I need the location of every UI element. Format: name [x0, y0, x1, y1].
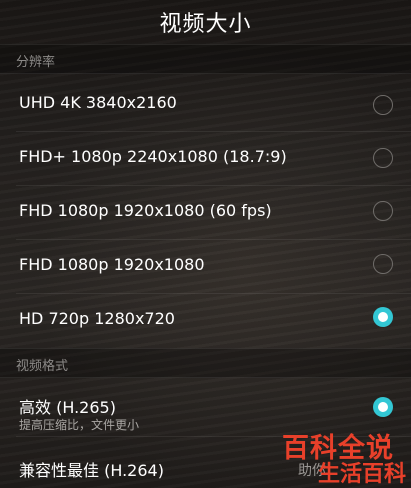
page-title: 视频大小 [0, 0, 411, 44]
section-label-format: 视频格式 [16, 359, 69, 374]
resolution-option-fhd-60fps[interactable]: FHD 1080p 1920x1080 (60 fps) [0, 186, 411, 239]
radio-unselected-icon[interactable] [373, 95, 393, 115]
radio-unselected-icon[interactable] [373, 254, 393, 274]
resolution-option-fhd-plus[interactable]: FHD+ 1080p 2240x1080 (18.7:9) [0, 132, 411, 185]
section-label-resolution: 分辨率 [16, 55, 56, 70]
option-label: FHD+ 1080p 2240x1080 (18.7:9) [19, 147, 287, 166]
page-title-text: 视频大小 [159, 12, 252, 37]
resolution-option-fhd[interactable]: FHD 1080p 1920x1080 [0, 240, 411, 293]
option-label: UHD 4K 3840x2160 [19, 93, 177, 112]
radio-unselected-icon[interactable] [373, 148, 393, 168]
radio-selected-icon[interactable] [373, 307, 393, 327]
option-sublabel: 提高压缩比，文件更小 [19, 418, 140, 432]
option-label: FHD 1080p 1920x1080 [19, 255, 205, 274]
resolution-option-uhd-4k[interactable]: UHD 4K 3840x2160 [0, 78, 411, 131]
option-label: 兼容性最佳 (H.264) [19, 461, 164, 480]
radio-selected-icon[interactable] [373, 397, 393, 417]
option-label: HD 720p 1280x720 [19, 309, 175, 328]
option-label: FHD 1080p 1920x1080 (60 fps) [19, 201, 272, 220]
option-label: 高效 (H.265) [19, 398, 116, 417]
watermark-logo: 百科全说 助你 生活百科 [282, 426, 411, 488]
watermark-subtext: 生活百科 [318, 462, 407, 487]
resolution-option-hd-720p[interactable]: HD 720p 1280x720 [0, 294, 411, 347]
section-header-resolution: 分辨率 [0, 44, 411, 74]
section-header-format: 视频格式 [0, 348, 411, 378]
radio-unselected-icon[interactable] [373, 201, 393, 221]
